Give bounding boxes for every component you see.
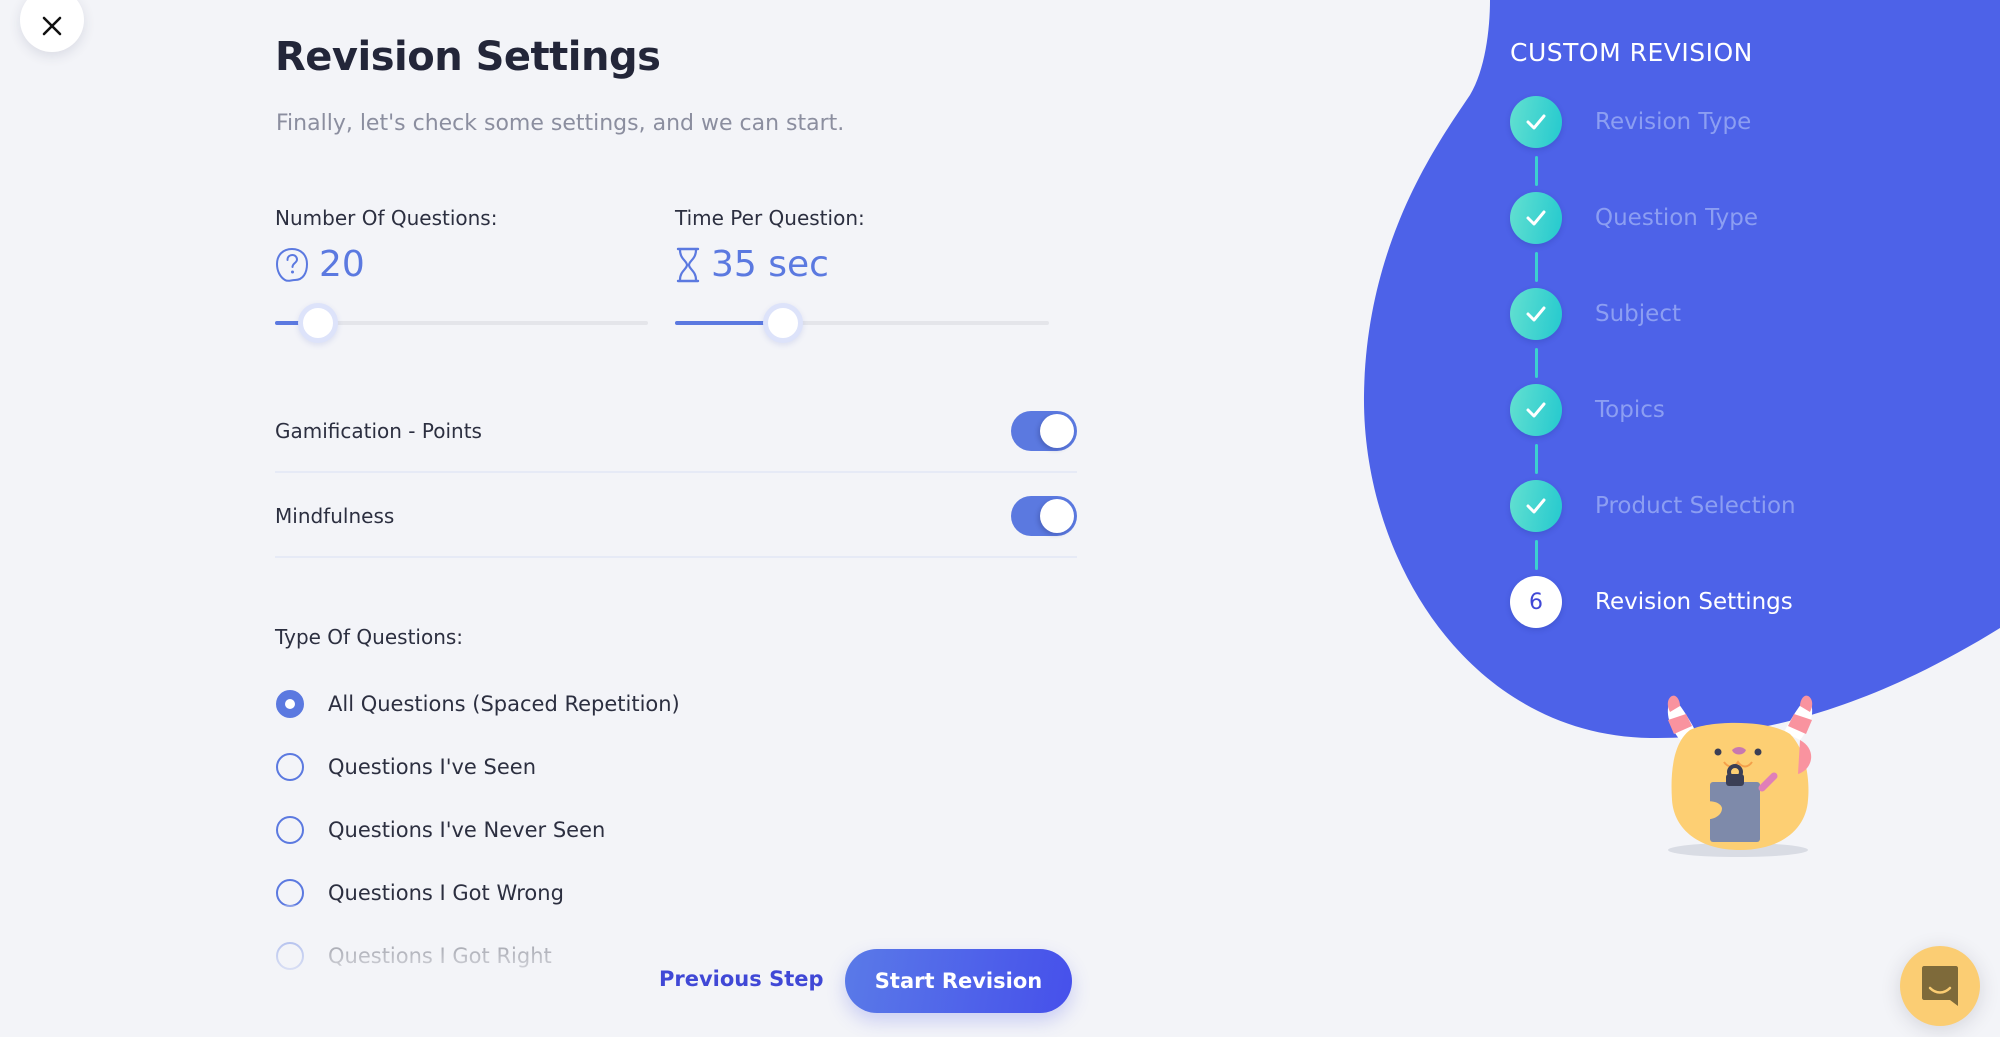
toggle-knob bbox=[1040, 499, 1074, 533]
gamification-row: Gamification - Points bbox=[275, 389, 1077, 473]
questions-setting: Number Of Questions: 20 bbox=[275, 206, 648, 343]
chat-icon bbox=[1922, 966, 1958, 1006]
step-label: Question Type bbox=[1595, 205, 1759, 231]
step-label: Topics bbox=[1595, 397, 1665, 423]
step-label: Subject bbox=[1595, 301, 1681, 327]
time-slider[interactable] bbox=[675, 303, 1049, 343]
step-connector bbox=[1535, 540, 1538, 570]
radio-label: Questions I've Seen bbox=[328, 754, 537, 779]
check-icon bbox=[1510, 192, 1562, 244]
start-revision-button[interactable]: Start Revision bbox=[845, 949, 1072, 1013]
time-label: Time Per Question: bbox=[675, 206, 865, 230]
toggle-knob bbox=[1040, 414, 1074, 448]
time-setting: Time Per Question: 35 sec bbox=[675, 206, 1049, 343]
hourglass-icon bbox=[676, 247, 700, 282]
page-title: Revision Settings bbox=[275, 34, 661, 80]
gamification-label: Gamification - Points bbox=[275, 419, 482, 443]
step-label: Revision Settings bbox=[1595, 589, 1793, 615]
check-icon bbox=[1510, 384, 1562, 436]
radio-label: Questions I've Never Seen bbox=[328, 817, 606, 842]
radio-button[interactable] bbox=[276, 941, 304, 970]
radio-button[interactable] bbox=[276, 815, 304, 844]
chat-button[interactable] bbox=[1900, 946, 1980, 1026]
radio-option-never-seen[interactable]: Questions I've Never Seen bbox=[276, 798, 976, 861]
gamification-toggle[interactable] bbox=[1011, 411, 1077, 451]
step-label: Revision Type bbox=[1595, 109, 1752, 135]
step-connector bbox=[1535, 444, 1538, 474]
wizard-title: CUSTOM REVISION bbox=[1510, 38, 1753, 67]
radio-button[interactable] bbox=[276, 689, 304, 718]
close-button[interactable] bbox=[20, 0, 84, 52]
radio-label: Questions I Got Wrong bbox=[328, 880, 564, 905]
question-type-radio-group: All Questions (Spaced Repetition) Questi… bbox=[276, 672, 976, 987]
question-bubble-icon bbox=[275, 247, 309, 282]
wizard-step-topics[interactable]: Topics bbox=[1510, 384, 1910, 436]
mascot-illustration bbox=[1667, 695, 1813, 857]
wizard-step-subject[interactable]: Subject bbox=[1510, 288, 1910, 340]
radio-button[interactable] bbox=[276, 752, 304, 781]
step-connector bbox=[1535, 156, 1538, 186]
questions-value: 20 bbox=[319, 244, 365, 285]
wizard-step-revision-type[interactable]: Revision Type bbox=[1510, 96, 1910, 148]
check-icon bbox=[1510, 480, 1562, 532]
radio-option-wrong[interactable]: Questions I Got Wrong bbox=[276, 861, 976, 924]
check-icon bbox=[1510, 288, 1562, 340]
questions-label: Number Of Questions: bbox=[275, 206, 498, 230]
wizard-step-revision-settings: 6 Revision Settings bbox=[1510, 576, 1910, 628]
wizard-step-question-type[interactable]: Question Type bbox=[1510, 192, 1910, 244]
radio-label: All Questions (Spaced Repetition) bbox=[328, 691, 680, 716]
check-icon bbox=[1510, 96, 1562, 148]
page-subtitle: Finally, let's check some settings, and … bbox=[276, 111, 845, 136]
mindfulness-label: Mindfulness bbox=[275, 504, 395, 528]
step-number: 6 bbox=[1510, 576, 1562, 628]
close-icon bbox=[42, 16, 62, 36]
radio-option-seen[interactable]: Questions I've Seen bbox=[276, 735, 976, 798]
slider-thumb[interactable] bbox=[297, 303, 338, 343]
question-type-label: Type Of Questions: bbox=[275, 625, 464, 649]
previous-step-button[interactable]: Previous Step bbox=[659, 967, 824, 991]
wizard-step-product-selection[interactable]: Product Selection bbox=[1510, 480, 1910, 532]
step-connector bbox=[1535, 252, 1538, 282]
radio-label: Questions I Got Right bbox=[328, 943, 552, 968]
radio-option-all[interactable]: All Questions (Spaced Repetition) bbox=[276, 672, 976, 735]
time-value: 35 sec bbox=[711, 244, 829, 285]
step-connector bbox=[1535, 348, 1538, 378]
radio-button[interactable] bbox=[276, 878, 304, 907]
slider-thumb[interactable] bbox=[763, 303, 804, 343]
step-label: Product Selection bbox=[1595, 493, 1796, 519]
mindfulness-row: Mindfulness bbox=[275, 474, 1077, 558]
questions-slider[interactable] bbox=[275, 303, 648, 343]
mindfulness-toggle[interactable] bbox=[1011, 496, 1077, 536]
